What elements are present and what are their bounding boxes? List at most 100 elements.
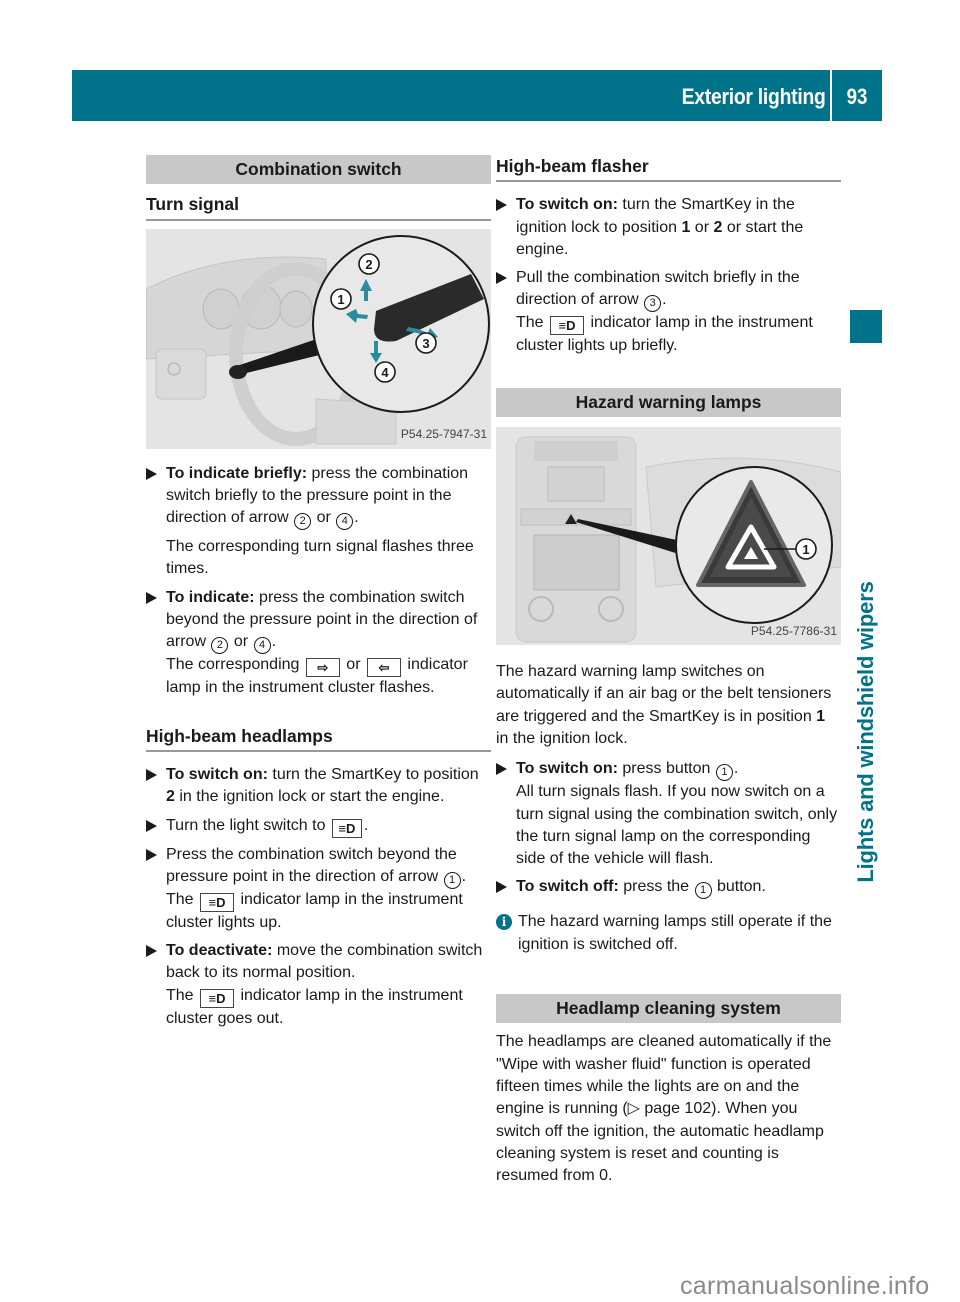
step-result: The corresponding ⇨ or ⇦ indicator lamp … bbox=[146, 654, 491, 699]
info-note-text: The hazard warning lamps still operate i… bbox=[518, 913, 832, 953]
step-bullet-icon bbox=[496, 199, 507, 212]
position-number: 1 bbox=[816, 707, 826, 725]
page-number: 93 bbox=[846, 84, 868, 109]
callout-ref: 1 bbox=[443, 871, 461, 889]
step-label: To switch on: bbox=[516, 760, 618, 778]
figure-code: P54.25-7786-31 bbox=[750, 623, 837, 638]
info-note: i The hazard warning lamps still operate… bbox=[496, 911, 841, 956]
step-text: press the bbox=[618, 878, 694, 896]
step-bullet-icon bbox=[146, 819, 157, 832]
callout-1: 1 bbox=[337, 292, 344, 307]
callout-ref: 1 bbox=[694, 882, 712, 900]
high-beam-icon: ≡D bbox=[200, 988, 235, 1008]
side-tab-label: Lights and windshield wipers bbox=[853, 581, 878, 883]
intro-text: The hazard warning lamp switches on auto… bbox=[496, 663, 832, 725]
section-title-headlamp-cleaning: Headlamp cleaning system bbox=[496, 994, 841, 1024]
section-title-combination-switch: Combination switch bbox=[146, 155, 491, 185]
step-indicate: To indicate: press the combination switc… bbox=[146, 587, 491, 655]
step-bullet-icon bbox=[146, 591, 157, 604]
position-number: 2 bbox=[166, 788, 175, 806]
combination-switch-illustration: 2 1 3 4 bbox=[146, 228, 491, 449]
step-text: or bbox=[229, 633, 253, 651]
step-text: in the ignition lock or start the engine… bbox=[174, 788, 445, 806]
step-result: The corresponding turn signal flashes th… bbox=[166, 538, 474, 578]
callout-ref: 4 bbox=[336, 513, 354, 531]
step-bullet-icon bbox=[496, 763, 507, 776]
step-label: To indicate briefly: bbox=[166, 464, 308, 482]
step-bullet-icon bbox=[146, 768, 157, 781]
step-label: To switch on: bbox=[166, 765, 268, 783]
step-text: . bbox=[662, 291, 667, 309]
step-label: To indicate: bbox=[166, 588, 255, 606]
watermark: carmanualsonline.info bbox=[680, 1272, 930, 1300]
right-turn-indicator-icon: ⇨ bbox=[305, 658, 340, 678]
intro-text: in the ignition lock. bbox=[496, 729, 628, 747]
callout-ref: 2 bbox=[294, 513, 312, 531]
callout-ref: 3 bbox=[644, 295, 662, 313]
step-text: press button bbox=[617, 760, 715, 778]
step-text: . bbox=[461, 867, 467, 885]
step-text: . bbox=[354, 509, 359, 527]
step-text: turn the SmartKey to position bbox=[267, 765, 479, 783]
callout-ref: 2 bbox=[211, 637, 229, 655]
step-indicate-briefly: To indicate briefly: press the combinati… bbox=[146, 463, 491, 531]
callout-ref: 4 bbox=[253, 637, 271, 655]
left-turn-indicator-icon: ⇦ bbox=[366, 658, 401, 678]
step-result: The ≡D indicator lamp in the instrument … bbox=[146, 985, 491, 1030]
step-text: The corresponding bbox=[166, 656, 304, 674]
cleaning-text: The headlamps are cleaned automatically … bbox=[496, 1031, 841, 1187]
step-bullet-icon bbox=[146, 848, 157, 861]
step-label: To switch on: bbox=[516, 196, 618, 214]
step-switch-off: To switch off: press the 1 button. bbox=[496, 876, 841, 900]
step-text: or bbox=[312, 509, 336, 527]
low-beam-icon: ≡D bbox=[331, 818, 362, 838]
header-divider bbox=[830, 70, 832, 121]
figure-hazard-button: 1 P54.25-7786-31 bbox=[496, 427, 841, 646]
step-switch-on: To switch on: turn the SmartKey in the i… bbox=[496, 194, 841, 261]
callout-3: 3 bbox=[422, 336, 429, 351]
high-beam-icon: ≡D bbox=[200, 892, 235, 912]
step-bullet-icon bbox=[496, 272, 507, 285]
heading-high-beam-headlamps: High-beam headlamps bbox=[146, 725, 491, 752]
step-text: button. bbox=[712, 878, 766, 896]
step-light-switch: Turn the light switch to ≡D. bbox=[146, 815, 491, 838]
right-column: High-beam flasher To switch on: turn the… bbox=[496, 155, 841, 1187]
step-label: To deactivate: bbox=[166, 942, 273, 960]
page-reference-link[interactable]: ▷ page 102 bbox=[628, 1100, 711, 1117]
position-number: 1 bbox=[681, 218, 691, 236]
callout-1: 1 bbox=[802, 542, 809, 557]
step-bullet-icon bbox=[146, 945, 157, 958]
step-bullet-icon bbox=[496, 881, 507, 894]
step-result: All turn signals flash. If you now switc… bbox=[516, 783, 838, 868]
step-deactivate: To deactivate: move the combination swit… bbox=[146, 940, 491, 985]
step-text: Press the combination switch beyond the … bbox=[166, 845, 457, 885]
info-icon: i bbox=[496, 914, 512, 931]
step-text: . bbox=[733, 760, 739, 778]
callout-ref: 1 bbox=[715, 764, 733, 782]
step-text: The bbox=[516, 314, 549, 332]
high-beam-steps: To switch on: turn the SmartKey to posit… bbox=[146, 764, 491, 1030]
flasher-steps: To switch on: turn the SmartKey in the i… bbox=[496, 194, 841, 357]
step-text: or bbox=[690, 218, 714, 236]
step-label: To switch off: bbox=[516, 878, 619, 896]
chapter-title: Exterior lighting bbox=[682, 84, 826, 109]
step-text: or bbox=[341, 656, 365, 674]
step-switch-on: To switch on: turn the SmartKey to posit… bbox=[146, 764, 491, 809]
figure-combination-switch: 2 1 3 4 P54.25-7947-31 bbox=[146, 228, 491, 449]
step-text: The bbox=[166, 890, 199, 908]
step-switch-on: To switch on: press button 1. bbox=[496, 758, 841, 782]
callout-4: 4 bbox=[381, 365, 389, 380]
turn-signal-steps: To indicate briefly: press the combinati… bbox=[146, 463, 491, 700]
step-bullet-icon bbox=[146, 467, 157, 480]
hazard-steps: To switch on: press button 1. All turn s… bbox=[496, 758, 841, 900]
hazard-button-illustration: 1 bbox=[496, 427, 841, 646]
step-pull-switch: Pull the combination switch briefly in t… bbox=[496, 267, 841, 313]
heading-high-beam-flasher: High-beam flasher bbox=[496, 155, 841, 183]
heading-turn-signal: Turn signal bbox=[146, 193, 491, 221]
step-text: . bbox=[363, 816, 369, 834]
step-press-switch: Press the combination switch beyond the … bbox=[146, 844, 491, 889]
step-text: . bbox=[271, 633, 277, 651]
step-text: The bbox=[166, 986, 199, 1004]
callout-2: 2 bbox=[365, 257, 372, 272]
left-column: Combination switch Turn signal 2 1 3 4 P… bbox=[146, 155, 491, 1030]
